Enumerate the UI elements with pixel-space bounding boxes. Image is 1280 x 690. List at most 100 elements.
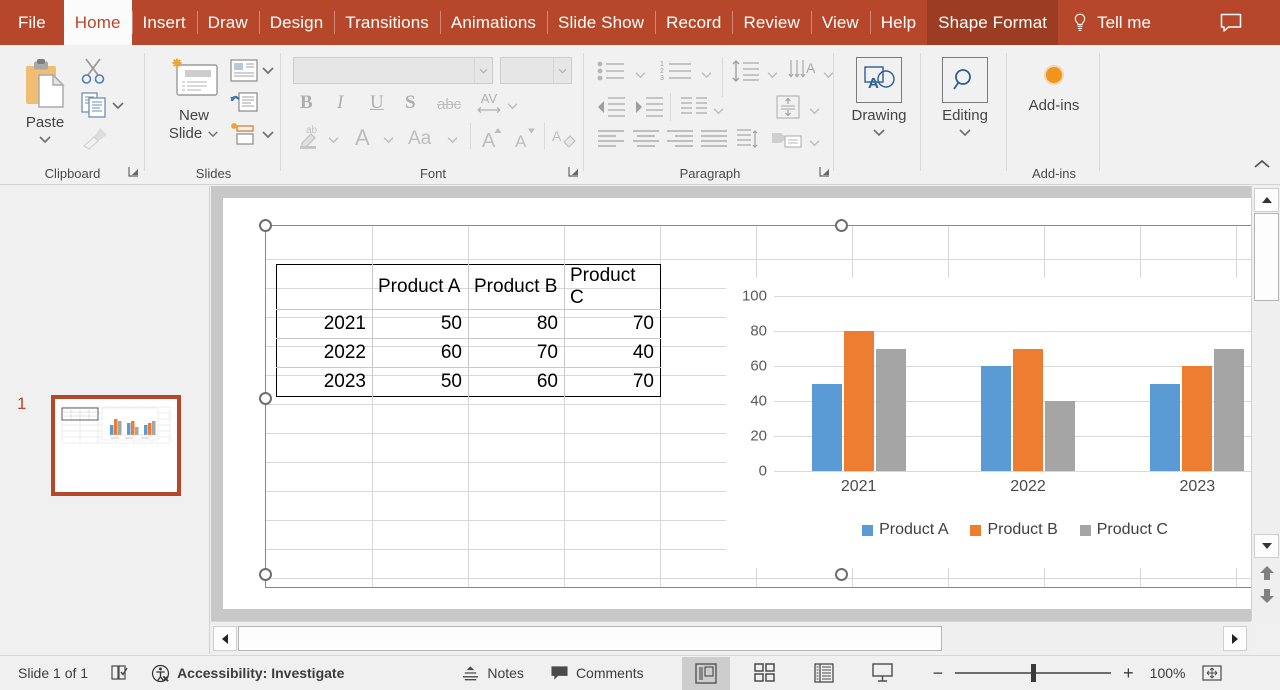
align-right-button[interactable] xyxy=(665,129,695,156)
zoom-level[interactable]: 100% xyxy=(1150,656,1186,690)
addins-button[interactable]: Add-ins xyxy=(1016,63,1092,114)
tab-file[interactable]: File xyxy=(0,0,64,45)
underline-button[interactable]: U xyxy=(370,92,384,114)
scroll-right-button[interactable] xyxy=(1223,626,1247,651)
drawing-button[interactable]: A Drawing xyxy=(844,57,914,137)
text-shadow-button[interactable]: S xyxy=(405,92,416,114)
align-left-button[interactable] xyxy=(596,129,626,156)
chart-legend[interactable]: Product A Product B Product C xyxy=(726,521,1251,539)
bullets-button[interactable] xyxy=(596,59,628,88)
copy-dropdown[interactable] xyxy=(111,97,125,115)
selection-handle-middle-left[interactable] xyxy=(259,392,272,405)
notes-button[interactable]: Notes xyxy=(461,656,524,690)
zoom-in-button[interactable]: + xyxy=(1123,656,1134,690)
chart-legend-item[interactable]: Product A xyxy=(862,521,948,539)
data-table[interactable]: Product A Product B Product C 2021 50 80… xyxy=(276,264,661,397)
comments-button[interactable] xyxy=(1203,0,1259,45)
embedded-worksheet-object[interactable]: Product A Product B Product C 2021 50 80… xyxy=(265,225,1251,588)
font-color-dropdown[interactable] xyxy=(382,131,395,149)
columns-button[interactable] xyxy=(679,95,709,124)
chart-bar[interactable] xyxy=(1182,366,1212,471)
selection-handle-top-left[interactable] xyxy=(259,219,272,232)
align-text-dropdown[interactable] xyxy=(808,102,821,120)
tab-help[interactable]: Help xyxy=(870,0,927,45)
font-dialog-launcher[interactable] xyxy=(567,165,581,179)
tab-record[interactable]: Record xyxy=(655,0,732,45)
fit-to-window-button[interactable] xyxy=(1202,656,1222,690)
tab-design[interactable]: Design xyxy=(259,0,335,45)
chart-bar[interactable] xyxy=(812,384,842,472)
tab-shape-format[interactable]: Shape Format xyxy=(927,0,1058,45)
scroll-left-button[interactable] xyxy=(213,626,237,651)
slide-layout-dropdown[interactable] xyxy=(261,62,275,80)
smartart-dropdown[interactable] xyxy=(808,134,821,152)
tab-slide-show[interactable]: Slide Show xyxy=(547,0,655,45)
reading-view-button[interactable] xyxy=(800,657,848,690)
slide-edit-area[interactable]: Product A Product B Product C 2021 50 80… xyxy=(211,186,1251,621)
character-spacing-dropdown[interactable] xyxy=(506,97,519,115)
bullets-dropdown[interactable] xyxy=(634,66,647,84)
font-size-combo[interactable] xyxy=(500,57,572,84)
text-direction-button[interactable]: A xyxy=(787,59,819,88)
zoom-slider-track[interactable] xyxy=(955,672,1111,674)
comments-status-button[interactable]: Comments xyxy=(550,656,644,690)
distributed-button[interactable] xyxy=(734,127,760,158)
numbering-dropdown[interactable] xyxy=(700,66,713,84)
align-center-button[interactable] xyxy=(631,129,661,156)
clipboard-dialog-launcher[interactable] xyxy=(127,165,141,179)
chart-bar[interactable] xyxy=(844,331,874,471)
change-case-button[interactable]: Aa xyxy=(408,128,431,150)
paste-button[interactable]: Paste xyxy=(14,57,76,165)
next-slide-button[interactable] xyxy=(1256,586,1277,605)
normal-view-button[interactable] xyxy=(682,657,730,690)
spell-check-button[interactable] xyxy=(110,656,129,690)
previous-slide-button[interactable] xyxy=(1256,564,1277,583)
cut-button[interactable] xyxy=(78,57,108,90)
character-spacing-button[interactable]: AV xyxy=(475,90,503,121)
decrease-font-size-button[interactable]: A xyxy=(511,125,537,156)
chart-bar[interactable] xyxy=(1013,349,1043,472)
vertical-scroll-thumb[interactable] xyxy=(1254,213,1279,301)
slide-counter[interactable]: Slide 1 of 1 xyxy=(18,656,88,690)
vertical-scrollbar[interactable] xyxy=(1251,186,1280,621)
tab-transitions[interactable]: Transitions xyxy=(334,0,440,45)
bar-chart[interactable]: 020406080100 202120222023 Product AProdu… xyxy=(726,278,1251,568)
tab-review[interactable]: Review xyxy=(732,0,810,45)
change-case-dropdown[interactable] xyxy=(446,131,459,149)
tell-me-box[interactable]: Tell me xyxy=(1058,0,1161,45)
slide-sorter-button[interactable] xyxy=(741,657,789,690)
convert-smartart-button[interactable] xyxy=(771,127,803,158)
section-button[interactable] xyxy=(230,123,258,151)
numbering-button[interactable]: 1 2 3 xyxy=(660,59,694,88)
tab-home[interactable]: Home xyxy=(64,0,132,45)
columns-dropdown[interactable] xyxy=(712,102,725,120)
chart-legend-item[interactable]: Product C xyxy=(1080,521,1168,539)
chart-bar[interactable] xyxy=(876,349,906,472)
chart-legend-item[interactable]: Product B xyxy=(970,521,1057,539)
font-name-combo[interactable] xyxy=(293,57,493,84)
chart-bar[interactable] xyxy=(1214,349,1244,472)
horizontal-scroll-thumb[interactable] xyxy=(238,626,942,651)
collapse-ribbon-button[interactable] xyxy=(1253,158,1271,176)
scroll-up-button[interactable] xyxy=(1254,188,1279,212)
font-color-button[interactable]: A xyxy=(355,125,370,151)
tab-animations[interactable]: Animations xyxy=(440,0,547,45)
zoom-slider[interactable] xyxy=(955,656,1111,690)
slide-canvas[interactable]: Product A Product B Product C 2021 50 80… xyxy=(223,198,1251,609)
justify-button[interactable] xyxy=(699,129,729,156)
accessibility-button[interactable]: Accessibility: Investigate xyxy=(151,656,344,690)
align-text-button[interactable] xyxy=(773,93,803,126)
reset-slide-button[interactable] xyxy=(230,90,258,119)
bold-button[interactable]: B xyxy=(300,92,313,114)
new-slide-button[interactable]: New Slide xyxy=(160,57,228,142)
increase-font-size-button[interactable]: A xyxy=(478,125,504,156)
section-dropdown[interactable] xyxy=(261,126,275,144)
paragraph-dialog-launcher[interactable] xyxy=(818,165,832,179)
scroll-down-button[interactable] xyxy=(1254,534,1279,558)
format-painter-button[interactable] xyxy=(80,125,110,158)
tab-draw[interactable]: Draw xyxy=(197,0,259,45)
horizontal-scrollbar[interactable] xyxy=(211,621,1251,654)
chart-bar[interactable] xyxy=(1150,384,1180,472)
line-spacing-button[interactable] xyxy=(731,59,761,88)
increase-indent-button[interactable] xyxy=(634,95,664,124)
